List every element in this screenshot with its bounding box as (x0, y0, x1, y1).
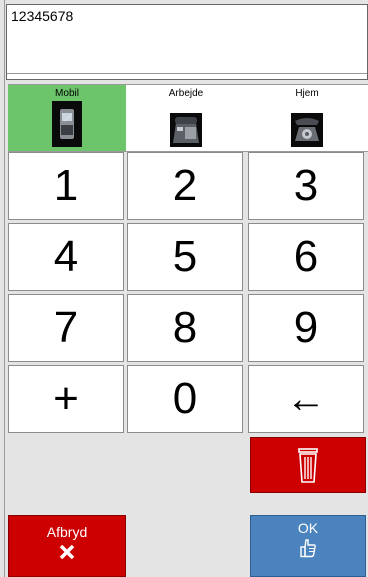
display-divider (7, 73, 367, 79)
key-7[interactable]: 7 (8, 294, 124, 362)
ok-button-label: OK (297, 520, 319, 536)
key-plus[interactable]: + (8, 365, 124, 433)
cancel-button-label: Afbryd (46, 524, 88, 540)
trash-icon (297, 448, 319, 489)
phone-type-mobil[interactable]: Mobil (8, 85, 126, 151)
phone-type-label: Hjem (295, 88, 319, 99)
key-5[interactable]: 5 (127, 223, 243, 291)
phone-type-arbejde[interactable]: Arbejde (126, 85, 246, 151)
mobile-phone-icon (52, 101, 82, 147)
number-display-value: 12345678 (11, 8, 74, 24)
phone-type-hjem[interactable]: Hjem (246, 85, 368, 151)
x-icon (58, 543, 76, 566)
thumbs-up-icon (299, 538, 317, 563)
ok-button[interactable]: OK (250, 515, 366, 577)
key-4[interactable]: 4 (8, 223, 124, 291)
cancel-button[interactable]: Afbryd (8, 515, 126, 577)
key-9[interactable]: 9 (248, 294, 364, 362)
phone-type-label: Arbejde (168, 88, 204, 99)
home-phone-icon (291, 113, 323, 147)
key-0[interactable]: 0 (127, 365, 243, 433)
key-backspace[interactable]: ← (248, 365, 364, 433)
key-1[interactable]: 1 (8, 152, 124, 220)
delete-button[interactable] (250, 437, 366, 493)
number-display[interactable]: 12345678 (6, 4, 368, 80)
key-3[interactable]: 3 (248, 152, 364, 220)
key-2[interactable]: 2 (127, 152, 243, 220)
phone-type-selector: Mobil Arbejde Hjem (8, 84, 368, 152)
key-8[interactable]: 8 (127, 294, 243, 362)
office-phone-icon (170, 113, 202, 147)
phone-type-label: Mobil (55, 88, 79, 99)
key-6[interactable]: 6 (248, 223, 364, 291)
